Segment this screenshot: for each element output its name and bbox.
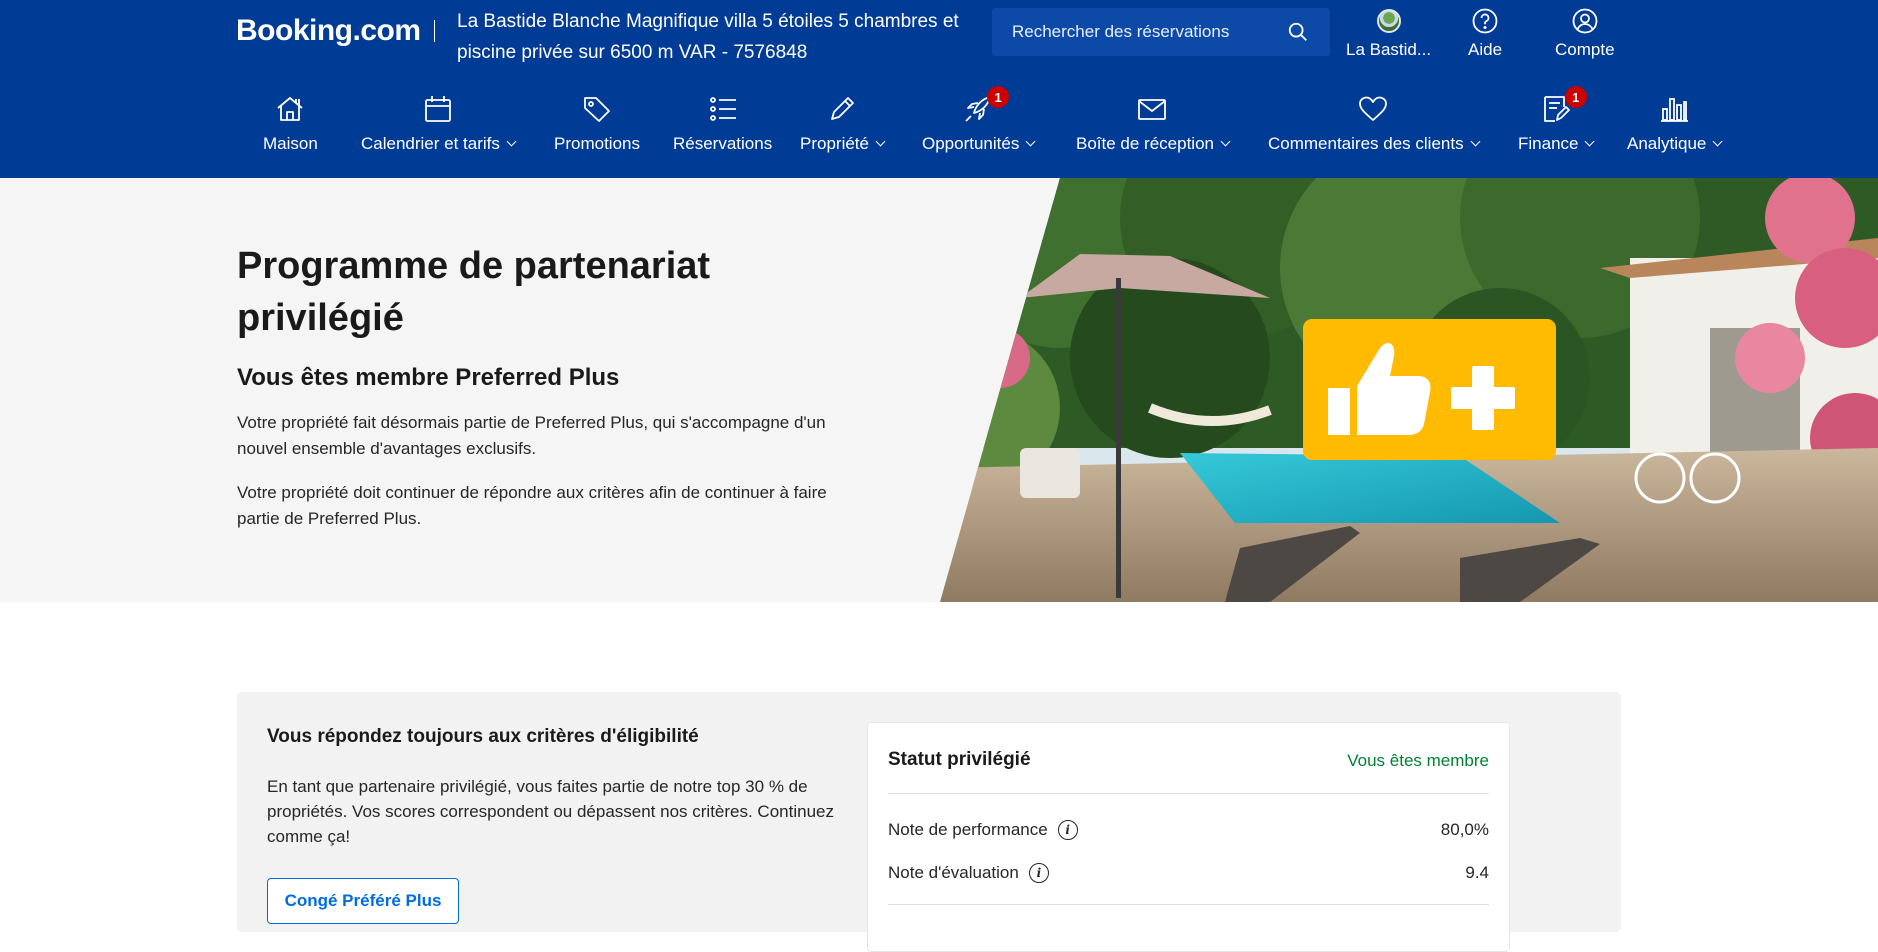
nav-label-finance: Finance bbox=[1518, 134, 1579, 153]
bar-chart-icon bbox=[1657, 92, 1691, 126]
info-icon[interactable]: i bbox=[1028, 863, 1049, 883]
hero-banner: Programme de partenariat privilégié Vous… bbox=[0, 178, 1878, 602]
rocket-icon: 1 bbox=[961, 86, 1010, 126]
property-switcher[interactable]: La Bastid... bbox=[1346, 6, 1431, 60]
search-input[interactable]: Rechercher des réservations bbox=[1012, 22, 1286, 42]
opportunities-badge: 1 bbox=[987, 86, 1010, 108]
review-score-value: 9.4 bbox=[1465, 863, 1489, 882]
nav-item-maison[interactable]: Maison bbox=[263, 92, 318, 154]
nav-item-promotions[interactable]: Promotions bbox=[554, 92, 640, 154]
review-score-label: Note d'évaluation bbox=[888, 863, 1019, 882]
nav-label-propriete: Propriété bbox=[800, 134, 869, 153]
hero-paragraph-2: Votre propriété doit continuer de répond… bbox=[237, 483, 827, 528]
status-divider bbox=[888, 904, 1489, 905]
property-id: - 7576848 bbox=[721, 42, 808, 63]
eligibility-section: Vous répondez toujours aux critères d'él… bbox=[237, 692, 1621, 952]
membership-subtitle: Vous êtes membre Preferred Plus bbox=[237, 364, 620, 391]
search-icon[interactable] bbox=[1286, 20, 1310, 44]
nav-item-calendrier[interactable]: Calendrier et tarifs bbox=[361, 92, 517, 154]
account-label: Compte bbox=[1555, 40, 1615, 59]
logo-separator bbox=[434, 20, 435, 42]
info-icon[interactable]: i bbox=[1057, 820, 1078, 840]
performance-score-label: Note de performance bbox=[888, 820, 1048, 839]
home-icon bbox=[273, 92, 307, 126]
calendar-icon bbox=[421, 92, 455, 126]
nav-label-commentaires: Commentaires des clients bbox=[1268, 134, 1464, 153]
help-link[interactable]: Aide bbox=[1468, 6, 1502, 60]
invoice-icon: 1 bbox=[1539, 86, 1587, 126]
property-title-line2: piscine privée sur 6500 m VAR bbox=[457, 42, 717, 63]
status-title: Statut privilégié bbox=[888, 749, 1031, 770]
review-score-row: Note d'évaluation i 9.4 bbox=[888, 860, 1489, 886]
eligibility-paragraph: En tant que partenaire privilégié, vous … bbox=[267, 777, 834, 846]
pencil-icon bbox=[825, 92, 859, 126]
property-avatar-icon bbox=[1374, 6, 1404, 36]
nav-label-reservations: Réservations bbox=[673, 134, 773, 153]
help-icon bbox=[1470, 6, 1500, 36]
preferred-status-card: Statut privilégié Vous êtes membre Note … bbox=[867, 722, 1510, 952]
performance-score-value: 80,0% bbox=[1440, 820, 1489, 839]
main-navigation: Maison Calendrier et tarifs Promotions R… bbox=[0, 86, 1878, 178]
nav-item-boite-reception[interactable]: Boîte de réception bbox=[1076, 92, 1231, 154]
nav-label-maison: Maison bbox=[263, 134, 318, 153]
help-label: Aide bbox=[1468, 40, 1503, 59]
top-header: Booking.com La Bastide Blanche Magnifiqu… bbox=[0, 0, 1878, 178]
preferred-plus-badge bbox=[1303, 319, 1556, 460]
booking-logo[interactable]: Booking.com bbox=[236, 14, 421, 48]
property-switcher-label: La Bastid... bbox=[1346, 40, 1432, 59]
nav-item-commentaires[interactable]: Commentaires des clients bbox=[1268, 92, 1481, 154]
chevron-down-icon bbox=[1712, 136, 1723, 147]
nav-label-analytique: Analytique bbox=[1627, 134, 1707, 153]
property-title-line2-wrap: piscine privée sur 6500 m VAR - 7576848 bbox=[457, 37, 997, 68]
performance-score-row: Note de performance i 80,0% bbox=[888, 817, 1489, 843]
nav-label-promotions: Promotions bbox=[554, 134, 640, 153]
hero-text: Programme de partenariat privilégié Vous… bbox=[237, 240, 857, 532]
nav-label-opportunites: Opportunités bbox=[922, 134, 1020, 153]
tag-icon bbox=[580, 92, 614, 126]
chevron-down-icon bbox=[1470, 136, 1481, 147]
chevron-down-icon bbox=[506, 136, 517, 147]
page-title: Programme de partenariat privilégié bbox=[237, 245, 711, 339]
nav-item-analytique[interactable]: Analytique bbox=[1627, 92, 1723, 154]
status-divider bbox=[888, 793, 1489, 794]
chevron-down-icon bbox=[875, 136, 886, 147]
nav-label-boite-reception: Boîte de réception bbox=[1076, 134, 1214, 153]
account-icon bbox=[1570, 6, 1600, 36]
nav-item-opportunites[interactable]: 1 Opportunités bbox=[922, 86, 1036, 154]
account-link[interactable]: Compte bbox=[1555, 6, 1615, 60]
finance-badge: 1 bbox=[1564, 86, 1587, 108]
envelope-icon bbox=[1135, 92, 1169, 126]
chevron-down-icon bbox=[1585, 136, 1595, 147]
nav-item-finance[interactable]: 1 Finance bbox=[1518, 86, 1595, 154]
chevron-down-icon bbox=[1025, 136, 1036, 147]
eligibility-title: Vous répondez toujours aux critères d'él… bbox=[267, 726, 699, 747]
property-title-line1: La Bastide Blanche Magnifique villa 5 ét… bbox=[457, 11, 959, 32]
member-status-label: Vous êtes membre bbox=[1347, 751, 1489, 770]
pool-photo bbox=[940, 178, 1878, 602]
reservation-search[interactable]: Rechercher des réservations bbox=[992, 8, 1330, 56]
preferred-plus-leave-button[interactable]: Congé Préféré Plus bbox=[267, 878, 459, 924]
nav-item-reservations[interactable]: Réservations bbox=[673, 92, 772, 154]
hero-paragraph-1: Votre propriété fait désormais partie de… bbox=[237, 413, 826, 458]
property-title: La Bastide Blanche Magnifique villa 5 ét… bbox=[457, 6, 997, 68]
list-icon bbox=[706, 92, 740, 126]
heart-icon bbox=[1356, 92, 1390, 126]
nav-label-calendrier: Calendrier et tarifs bbox=[361, 134, 500, 153]
nav-item-propriete[interactable]: Propriété bbox=[800, 92, 886, 154]
chevron-down-icon bbox=[1220, 136, 1231, 147]
